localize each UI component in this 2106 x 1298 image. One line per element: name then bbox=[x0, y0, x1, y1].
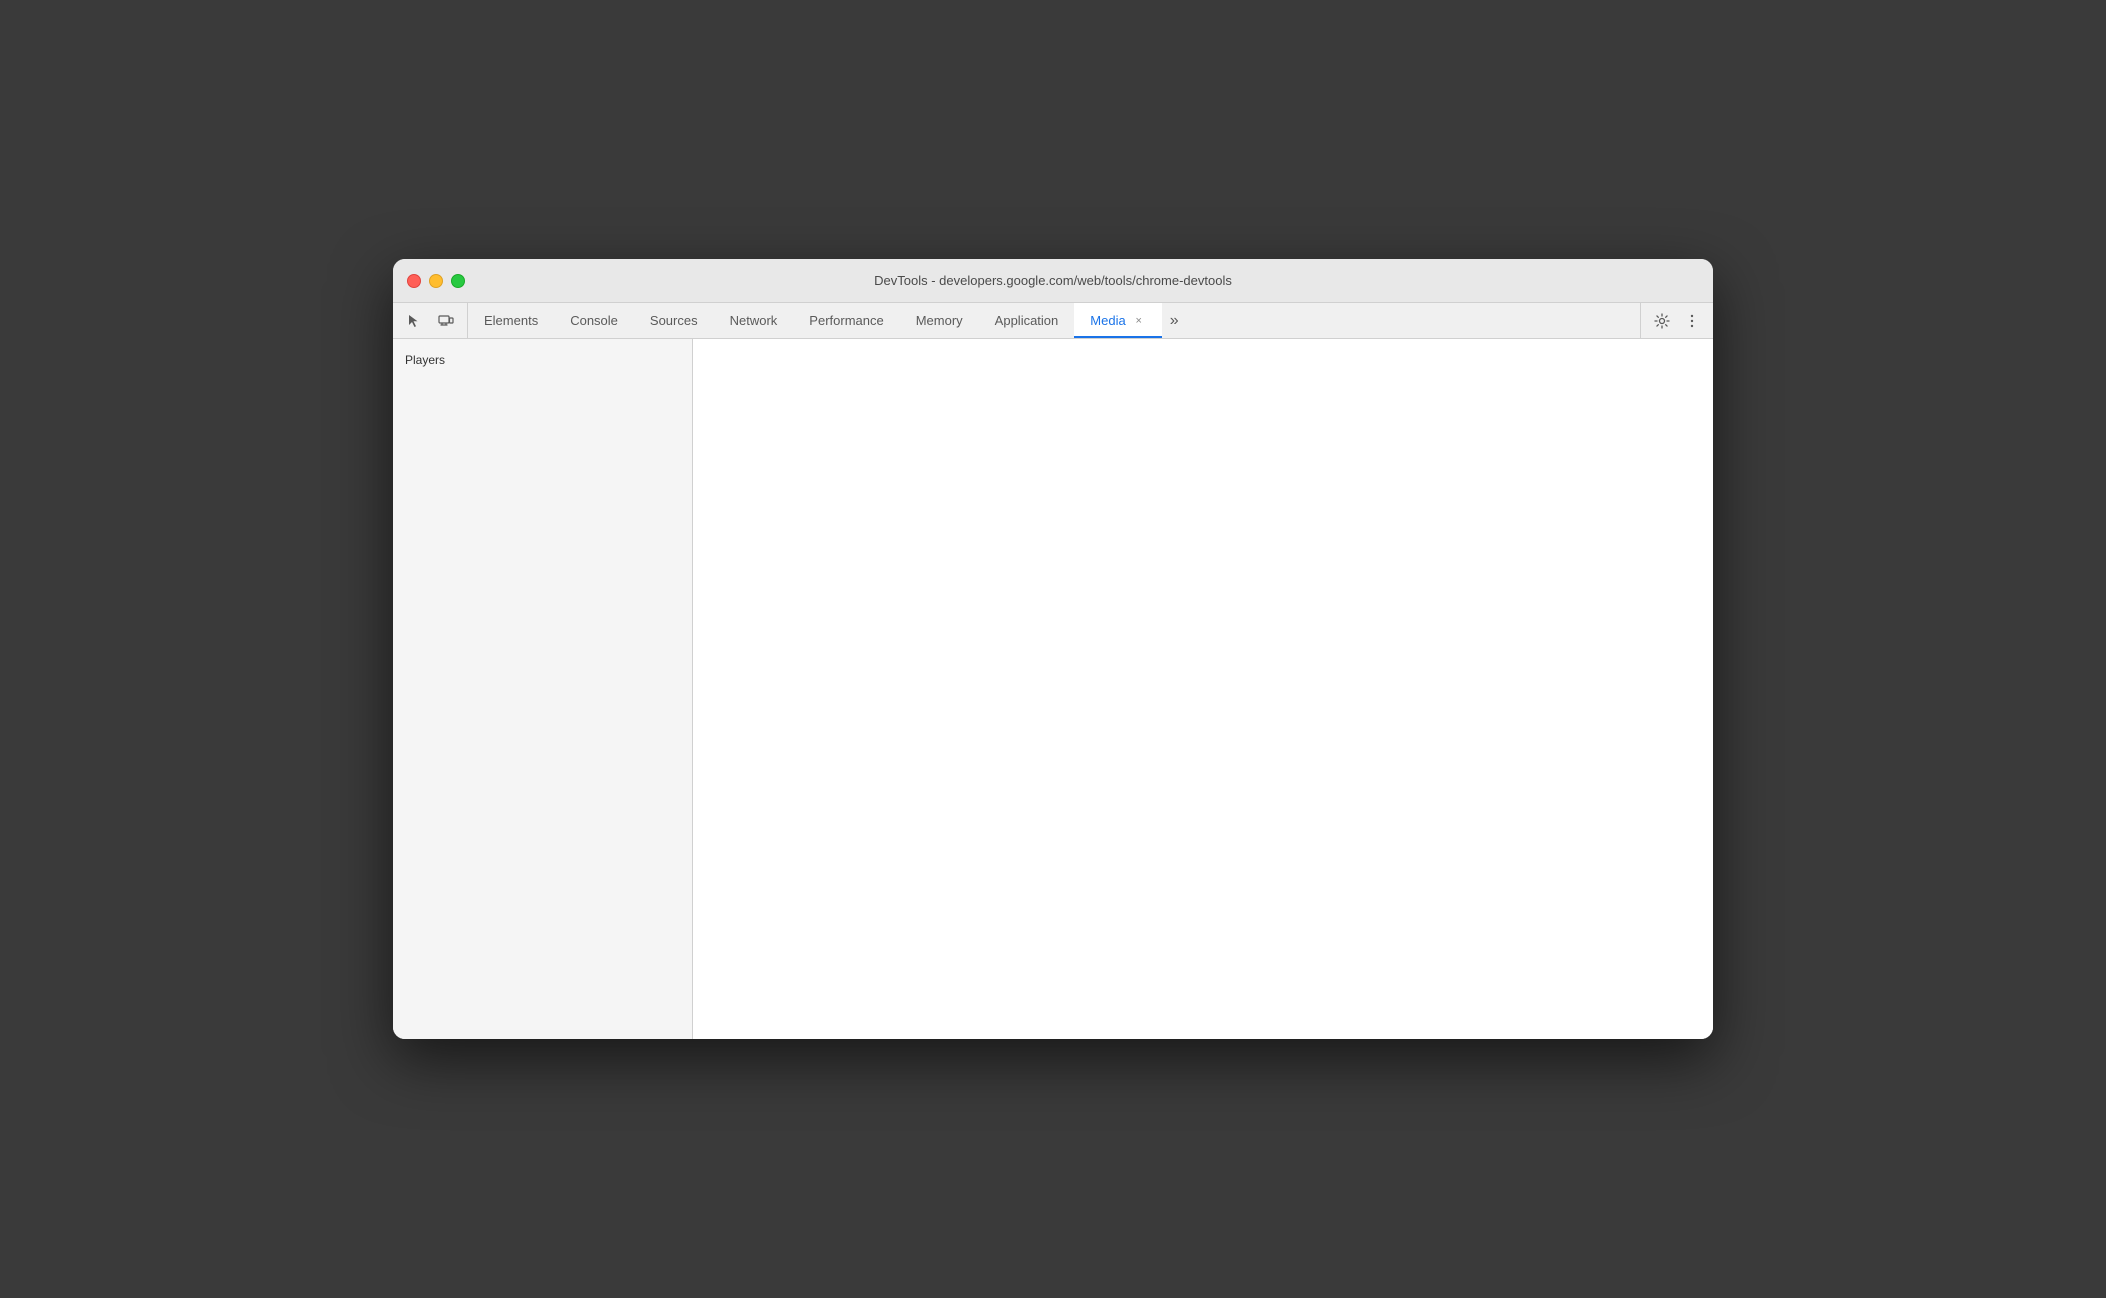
maximize-button[interactable] bbox=[451, 274, 465, 288]
tabs: Elements Console Sources Network Perform… bbox=[468, 303, 1640, 338]
title-bar: DevTools - developers.google.com/web/too… bbox=[393, 259, 1713, 303]
devtools-window: DevTools - developers.google.com/web/too… bbox=[393, 259, 1713, 1039]
toolbar-right bbox=[1640, 303, 1713, 338]
window-title: DevTools - developers.google.com/web/too… bbox=[874, 273, 1232, 288]
settings-icon[interactable] bbox=[1649, 308, 1675, 334]
more-options-icon[interactable] bbox=[1679, 308, 1705, 334]
tab-media-close[interactable]: × bbox=[1132, 314, 1146, 328]
traffic-lights bbox=[407, 274, 465, 288]
content-area: Players bbox=[393, 339, 1713, 1039]
tab-application[interactable]: Application bbox=[979, 303, 1075, 338]
sidebar: Players bbox=[393, 339, 693, 1039]
tab-elements[interactable]: Elements bbox=[468, 303, 554, 338]
tab-performance[interactable]: Performance bbox=[793, 303, 899, 338]
cursor-icon[interactable] bbox=[401, 308, 427, 334]
tab-memory[interactable]: Memory bbox=[900, 303, 979, 338]
players-label: Players bbox=[393, 347, 692, 373]
close-button[interactable] bbox=[407, 274, 421, 288]
tab-media[interactable]: Media × bbox=[1074, 303, 1161, 338]
tab-sources[interactable]: Sources bbox=[634, 303, 714, 338]
main-panel bbox=[693, 339, 1713, 1039]
tab-network[interactable]: Network bbox=[714, 303, 794, 338]
device-toggle-icon[interactable] bbox=[433, 308, 459, 334]
tab-overflow-button[interactable]: » bbox=[1162, 303, 1187, 338]
toolbar: Elements Console Sources Network Perform… bbox=[393, 303, 1713, 339]
toolbar-icons bbox=[393, 303, 468, 338]
minimize-button[interactable] bbox=[429, 274, 443, 288]
devtools-container: Elements Console Sources Network Perform… bbox=[393, 303, 1713, 1039]
tab-console[interactable]: Console bbox=[554, 303, 634, 338]
